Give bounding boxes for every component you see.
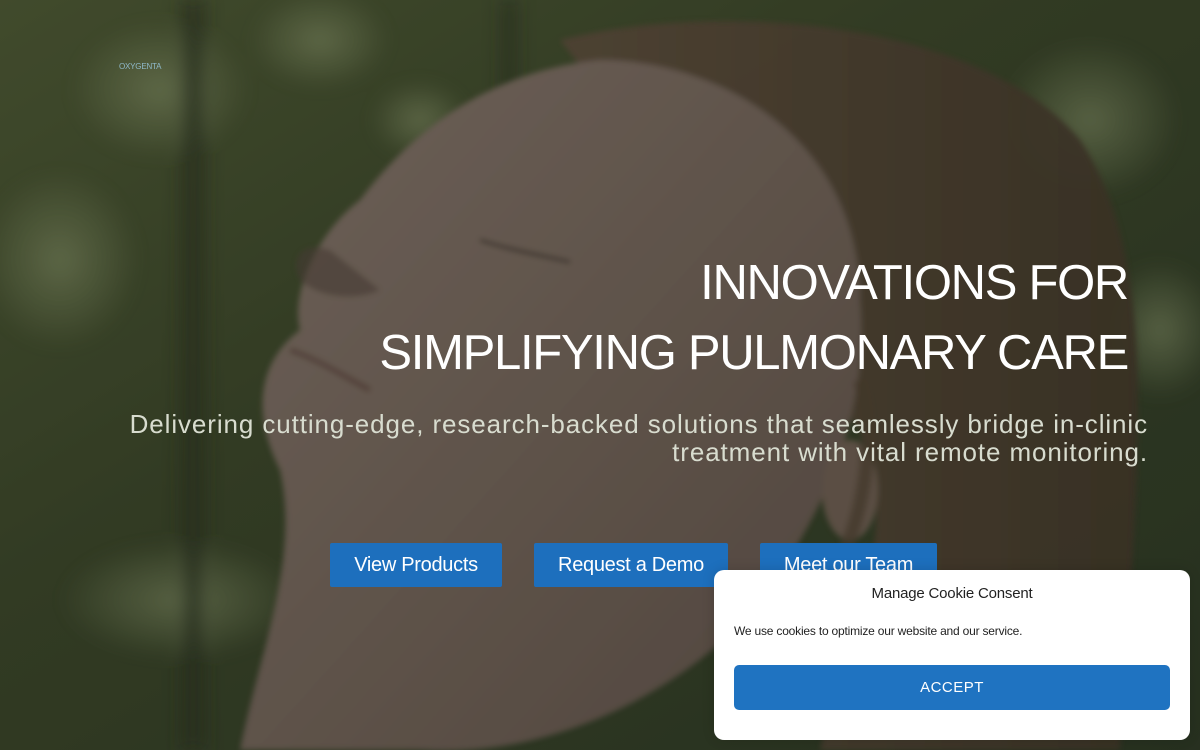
hero-headline: INNOVATIONS FOR SIMPLIFYING PULMONARY CA…: [228, 248, 1129, 388]
cookie-consent-banner: Manage Cookie Consent We use cookies to …: [714, 570, 1190, 740]
cookie-accept-button[interactable]: ACCEPT: [734, 665, 1170, 710]
request-demo-button[interactable]: Request a Demo: [534, 543, 728, 587]
hero-headline-line1: INNOVATIONS FOR: [700, 256, 1129, 310]
brand-logo-text: OXYGENTA: [119, 62, 162, 71]
brand-logo[interactable]: OXYGENTA: [119, 62, 161, 74]
view-products-button[interactable]: View Products: [330, 543, 502, 587]
hero-subheadline: Delivering cutting-edge, research-backed…: [129, 409, 1148, 467]
hero-section: OXYGENTA INNOVATIONS FOR SIMPLIFYING PUL…: [0, 0, 1200, 750]
cookie-consent-title: Manage Cookie Consent: [871, 585, 1033, 602]
hero-headline-line2: SIMPLIFYING PULMONARY CARE: [379, 326, 1129, 380]
cookie-consent-text: We use cookies to optimize our website a…: [734, 624, 1023, 638]
